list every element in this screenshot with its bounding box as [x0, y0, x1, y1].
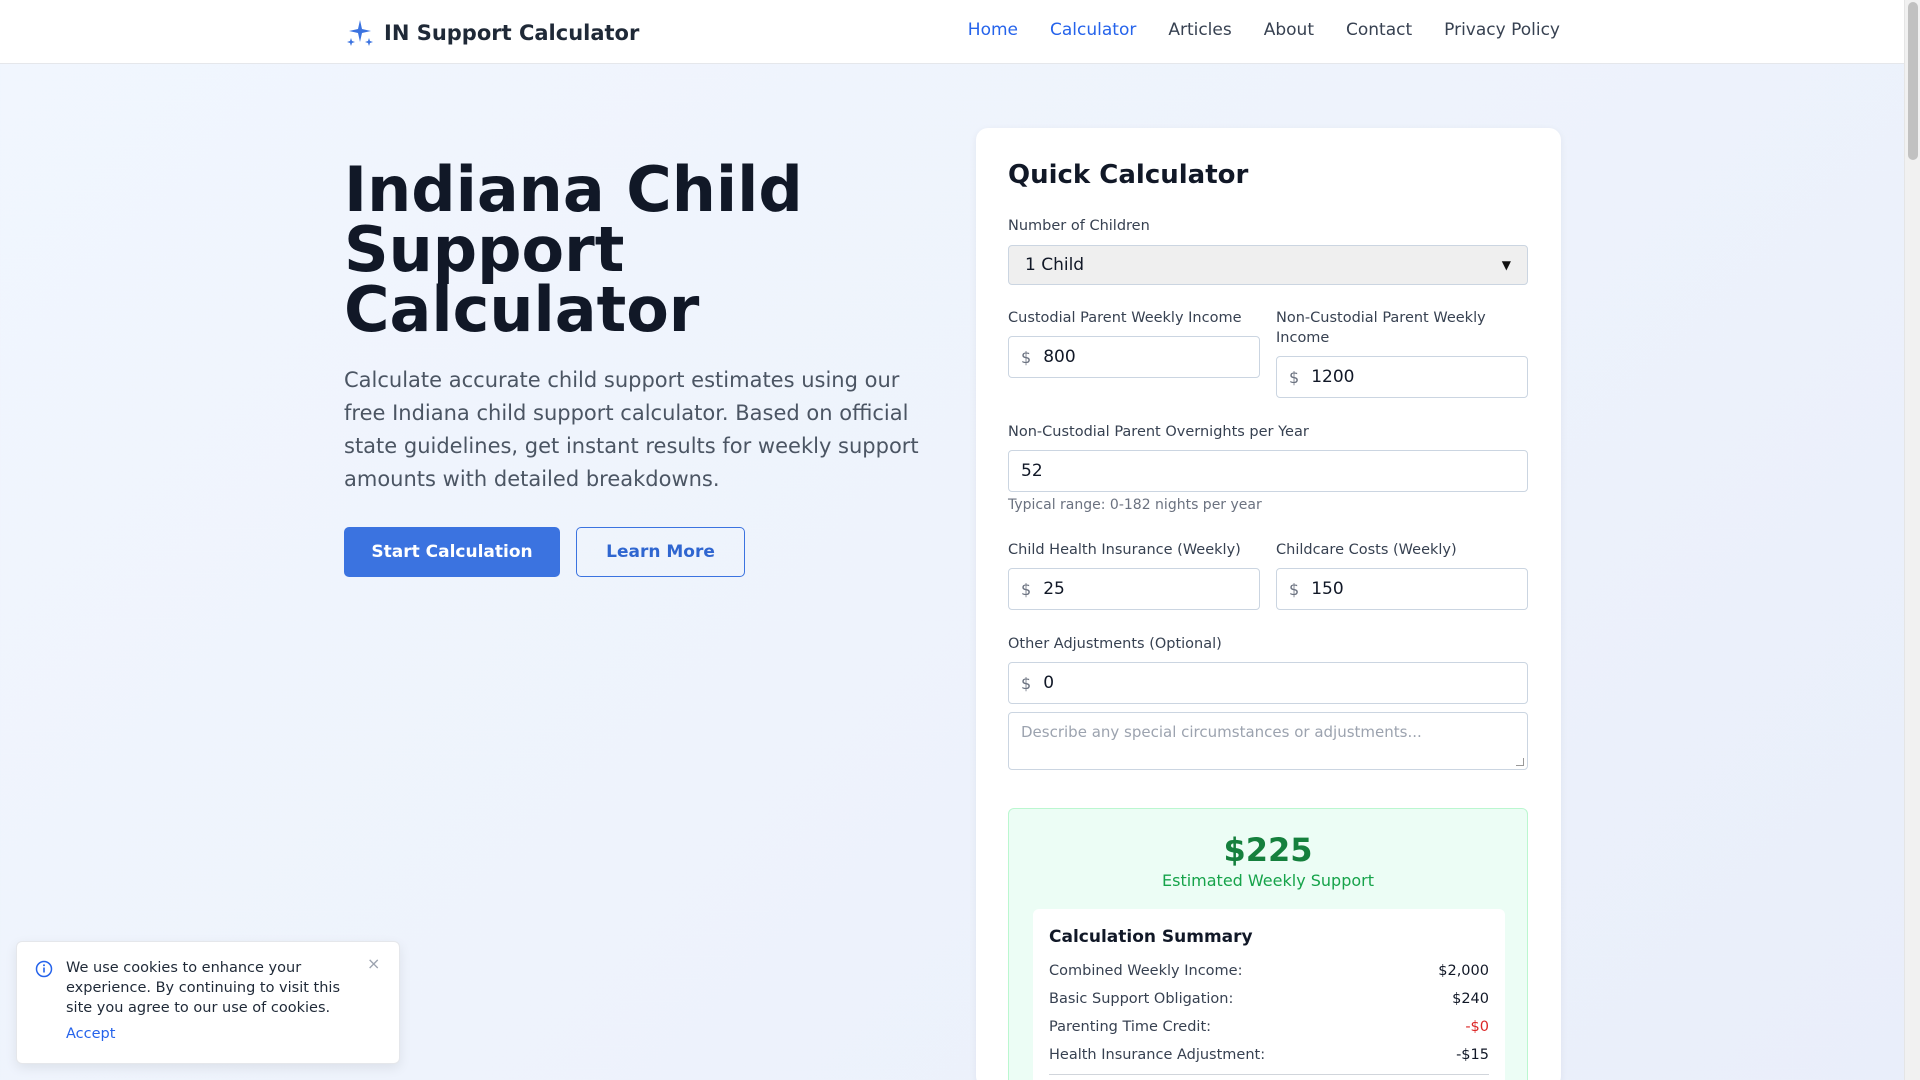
nav-articles[interactable]: Articles — [1168, 20, 1231, 40]
custodial-income-value: 800 — [1043, 347, 1076, 367]
children-select[interactable]: 1 Child ▼ — [1008, 245, 1528, 285]
noncustodial-income-input[interactable]: $ 1200 — [1276, 356, 1528, 398]
result-panel: $225 Estimated Weekly Support Calculatio… — [1008, 808, 1528, 1080]
notes-placeholder: Describe any special circumstances or ad… — [1021, 723, 1422, 741]
resize-handle-icon[interactable] — [1516, 758, 1524, 766]
summary-title: Calculation Summary — [1049, 927, 1253, 947]
summary-row-label: Basic Support Obligation: — [1049, 991, 1234, 1007]
site-header: IN Support Calculator Home Calculator Ar… — [0, 0, 1904, 64]
dollar-sign: $ — [1289, 579, 1300, 599]
close-icon[interactable]: × — [367, 954, 380, 973]
summary-divider — [1049, 1074, 1489, 1075]
page-scrollbar[interactable] — [1904, 0, 1920, 1080]
summary-row-label: Parenting Time Credit: — [1049, 1019, 1212, 1035]
start-calculation-button[interactable]: Start Calculation — [344, 527, 560, 577]
info-icon — [35, 960, 53, 978]
insurance-value: 25 — [1043, 579, 1065, 599]
brand-name: IN Support Calculator — [384, 21, 640, 45]
childcare-label: Childcare Costs (Weekly) — [1276, 542, 1457, 558]
calculator-title: Quick Calculator — [1008, 160, 1249, 190]
custodial-income-input[interactable]: $ 800 — [1008, 336, 1260, 378]
insurance-label: Child Health Insurance (Weekly) — [1008, 542, 1241, 558]
nav-privacy-policy[interactable]: Privacy Policy — [1444, 20, 1560, 40]
overnights-hint: Typical range: 0-182 nights per year — [1008, 497, 1262, 513]
childcare-input[interactable]: $ 150 — [1276, 568, 1528, 610]
noncustodial-income-label: Non-Custodial Parent Weekly Income — [1276, 310, 1486, 346]
other-adjustments-label: Other Adjustments (Optional) — [1008, 636, 1222, 652]
scrollbar-thumb[interactable] — [1908, 2, 1918, 160]
dollar-sign: $ — [1021, 347, 1032, 367]
summary-row: Health Insurance Adjustment: -$15 — [1049, 1047, 1489, 1063]
sparkles-icon — [347, 20, 373, 46]
noncustodial-income-value: 1200 — [1311, 367, 1355, 387]
cookie-accept-link[interactable]: Accept — [66, 1026, 115, 1042]
dollar-sign: $ — [1021, 673, 1032, 693]
nav-home[interactable]: Home — [968, 20, 1018, 40]
children-label: Number of Children — [1008, 218, 1150, 234]
cookie-banner: We use cookies to enhance your experienc… — [16, 941, 400, 1064]
summary-row-value: -$0 — [1465, 1019, 1489, 1035]
nav-contact[interactable]: Contact — [1346, 20, 1412, 40]
weekly-support-label: Estimated Weekly Support — [1162, 871, 1374, 890]
chevron-down-icon: ▼ — [1501, 258, 1511, 272]
notes-textarea[interactable]: Describe any special circumstances or ad… — [1008, 712, 1528, 770]
dollar-sign: $ — [1021, 579, 1032, 599]
nav-about[interactable]: About — [1264, 20, 1314, 40]
quick-calculator-card: Quick Calculator Number of Children 1 Ch… — [976, 128, 1561, 1080]
hero-description: Calculate accurate child support estimat… — [344, 368, 919, 491]
summary-row-label: Health Insurance Adjustment: — [1049, 1047, 1266, 1063]
cookie-message: We use cookies to enhance your experienc… — [66, 960, 340, 1016]
summary-row-label: Combined Weekly Income: — [1049, 963, 1243, 979]
overnights-label: Non-Custodial Parent Overnights per Year — [1008, 424, 1309, 440]
overnights-input[interactable]: 52 — [1008, 450, 1528, 492]
weekly-support-amount: $225 — [1223, 831, 1313, 869]
summary-row: Parenting Time Credit: -$0 — [1049, 1019, 1489, 1035]
custodial-income-label: Custodial Parent Weekly Income — [1008, 310, 1242, 326]
page-title: Indiana Child Support Calculator — [344, 159, 944, 341]
nav-calculator[interactable]: Calculator — [1050, 20, 1136, 40]
summary-row-value: $240 — [1452, 991, 1489, 1007]
summary-row: Basic Support Obligation: $240 — [1049, 991, 1489, 1007]
other-adjustments-value: 0 — [1043, 673, 1055, 693]
summary-row: Combined Weekly Income: $2,000 — [1049, 963, 1489, 979]
overnights-value: 52 — [1021, 461, 1043, 481]
title-line-3: Calculator — [344, 273, 700, 346]
children-selected-value: 1 Child — [1025, 255, 1085, 275]
insurance-input[interactable]: $ 25 — [1008, 568, 1260, 610]
dollar-sign: $ — [1289, 367, 1300, 387]
learn-more-button[interactable]: Learn More — [576, 527, 745, 577]
summary-row-value: -$15 — [1456, 1047, 1489, 1063]
childcare-value: 150 — [1311, 579, 1344, 599]
calculation-summary: Calculation Summary Combined Weekly Inco… — [1033, 909, 1505, 1080]
brand[interactable]: IN Support Calculator — [344, 18, 639, 48]
summary-row-value: $2,000 — [1438, 963, 1489, 979]
main-nav: Home Calculator Articles About Contact P… — [968, 20, 1560, 40]
other-adjustments-input[interactable]: $ 0 — [1008, 662, 1528, 704]
